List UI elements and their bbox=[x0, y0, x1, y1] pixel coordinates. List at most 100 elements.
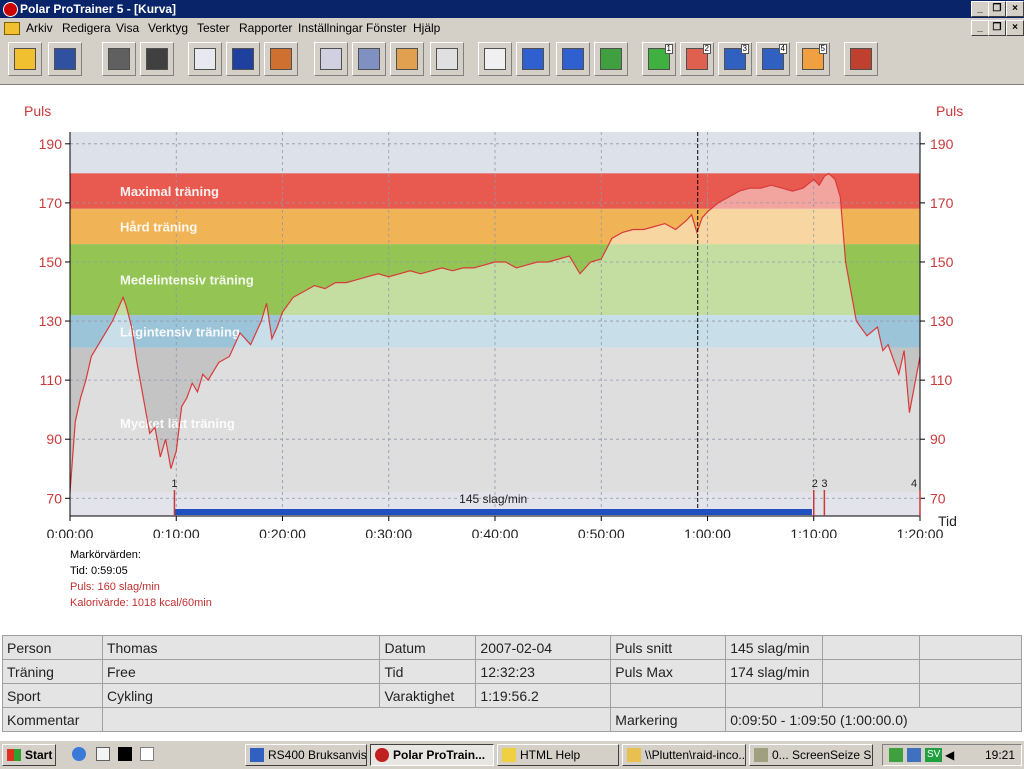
y-tick-label-left: 70 bbox=[46, 490, 62, 506]
ie-icon[interactable] bbox=[72, 747, 86, 761]
x-tick-label: 0:00:00 bbox=[47, 526, 94, 538]
volume-icon[interactable]: ◀ bbox=[945, 748, 959, 762]
open-icon bbox=[14, 48, 36, 70]
child-close-button[interactable]: × bbox=[1006, 20, 1024, 36]
info-chart-button[interactable] bbox=[516, 42, 550, 76]
minimize-button[interactable]: _ bbox=[971, 1, 989, 17]
tray-network-icon[interactable] bbox=[907, 748, 921, 762]
zone-label-0: Maximal träning bbox=[120, 184, 219, 199]
bar-view-button[interactable] bbox=[352, 42, 386, 76]
multi-curve-button[interactable] bbox=[594, 42, 628, 76]
multi-curve-icon bbox=[600, 48, 622, 70]
document-icon[interactable] bbox=[4, 22, 20, 35]
book-button[interactable] bbox=[226, 42, 260, 76]
max-pulse-label: Puls Max bbox=[610, 659, 727, 684]
info-row: Sport Cykling Varaktighet 1:19:56.2 bbox=[2, 683, 1022, 708]
chart-1-button[interactable]: 1 bbox=[642, 42, 676, 76]
time-label: Tid bbox=[379, 659, 477, 684]
notepad-icon[interactable] bbox=[140, 747, 154, 761]
empty-cell bbox=[822, 659, 921, 684]
marker-pulse: Puls: 160 slag/min bbox=[70, 581, 160, 593]
y-tick-label-right: 110 bbox=[930, 372, 953, 388]
menu-arkiv[interactable]: Arkiv bbox=[26, 21, 53, 35]
menu-hjalp[interactable]: Hjälp bbox=[413, 21, 440, 35]
chart-2-button[interactable]: 2 bbox=[680, 42, 714, 76]
menu-tester[interactable]: Tester bbox=[197, 21, 230, 35]
session-info-table: Person Thomas Datum 2007-02-04 Puls snit… bbox=[2, 635, 1022, 732]
zone-percent-icon bbox=[396, 48, 418, 70]
menu-installningar[interactable]: Inställningar bbox=[298, 21, 363, 35]
menu-rapporter[interactable]: Rapporter bbox=[239, 21, 292, 35]
zone-label-2: Medelintensiv träning bbox=[120, 273, 254, 288]
task-label: Polar ProTrain... bbox=[393, 748, 486, 762]
menu-redigera[interactable]: Redigera bbox=[62, 21, 111, 35]
users-button[interactable] bbox=[844, 42, 878, 76]
duration-label: Varaktighet bbox=[379, 683, 477, 708]
curve-view-button[interactable] bbox=[314, 42, 348, 76]
chart-3-button[interactable]: 3 bbox=[718, 42, 752, 76]
x-tick-label: 0:20:00 bbox=[259, 526, 306, 538]
info-row: Person Thomas Datum 2007-02-04 Puls snit… bbox=[2, 635, 1022, 660]
table-view-button[interactable] bbox=[430, 42, 464, 76]
x-tick-label: 0:30:00 bbox=[365, 526, 412, 538]
cmd-icon[interactable] bbox=[118, 747, 132, 761]
heart-rate-chart: Maximal träning Hård träning Medelintensiv… bbox=[24, 103, 963, 538]
save-button[interactable] bbox=[48, 42, 82, 76]
marker-bar-label: 145 slag/min bbox=[459, 492, 527, 506]
chart-number: 3 bbox=[740, 44, 749, 54]
task-polar-protrainer[interactable]: Polar ProTrain... bbox=[370, 744, 494, 766]
marker-label-2: 2 bbox=[812, 478, 818, 490]
chart-number: 5 bbox=[818, 44, 827, 54]
zoom-1-1-icon bbox=[484, 48, 506, 70]
child-minimize-button[interactable]: _ bbox=[971, 20, 989, 36]
chart-4-button[interactable]: 4 bbox=[756, 42, 790, 76]
task-html-help[interactable]: HTML Help bbox=[497, 744, 619, 766]
marker-label-3: 3 bbox=[821, 478, 827, 490]
language-indicator[interactable]: SV bbox=[925, 748, 943, 762]
menu-verktyg[interactable]: Verktyg bbox=[148, 21, 188, 35]
avg-pulse-value: 145 slag/min bbox=[725, 635, 824, 660]
time-value: 12:32:23 bbox=[475, 659, 612, 684]
y-tick-label-left: 130 bbox=[39, 313, 63, 329]
zone-percent-button[interactable] bbox=[390, 42, 424, 76]
curve-view-icon bbox=[320, 48, 342, 70]
x-tick-label: 1:00:00 bbox=[684, 526, 731, 538]
calendar-button[interactable] bbox=[188, 42, 222, 76]
empty-cell bbox=[822, 635, 921, 660]
menu-visa[interactable]: Visa bbox=[116, 21, 139, 35]
marker-values-title: Markörvärden: bbox=[70, 549, 141, 561]
task-screenseize[interactable]: 0... ScreenSeize S... bbox=[749, 744, 873, 766]
person-label: Person bbox=[2, 635, 103, 660]
window-title: Polar ProTrainer 5 - [Kurva] bbox=[20, 2, 177, 16]
restore-button[interactable]: ❐ bbox=[988, 1, 1006, 17]
info-marker-icon bbox=[562, 48, 584, 70]
marker-label-1: 1 bbox=[171, 478, 177, 490]
outlook-icon[interactable] bbox=[96, 747, 110, 761]
zone-label-1: Hård träning bbox=[120, 220, 197, 235]
open-button[interactable] bbox=[8, 42, 42, 76]
sync-button[interactable] bbox=[102, 42, 136, 76]
y-axis-label-right: Puls bbox=[936, 103, 963, 119]
clock: 19:21 bbox=[984, 748, 1015, 762]
task-folder[interactable]: \\Plutten\raid-inco... bbox=[622, 744, 746, 766]
settings-button[interactable] bbox=[140, 42, 174, 76]
tray-app-icon[interactable] bbox=[889, 748, 903, 762]
title-bar: Polar ProTrainer 5 - [Kurva] _ ❐ × bbox=[0, 0, 1024, 18]
start-button[interactable]: Start bbox=[2, 744, 56, 766]
comment-value[interactable] bbox=[101, 707, 612, 732]
child-restore-button[interactable]: ❐ bbox=[988, 20, 1006, 36]
close-button[interactable]: × bbox=[1006, 1, 1024, 17]
info-marker-button[interactable] bbox=[556, 42, 590, 76]
menu-fonster[interactable]: Fönster bbox=[366, 21, 407, 35]
date-label: Datum bbox=[379, 635, 477, 660]
chart-5-button[interactable]: 5 bbox=[796, 42, 830, 76]
y-tick-label-left: 170 bbox=[39, 195, 63, 211]
y-tick-label-right: 170 bbox=[930, 195, 954, 211]
x-tick-label: 0:10:00 bbox=[153, 526, 200, 538]
task-rs400[interactable]: RS400 Bruksanvis... bbox=[245, 744, 367, 766]
y-tick-label-right: 190 bbox=[930, 136, 954, 152]
user-feedback-button[interactable] bbox=[264, 42, 298, 76]
zoom-1-1-button[interactable] bbox=[478, 42, 512, 76]
empty-cell bbox=[919, 683, 1022, 708]
x-tick-label: 1:10:00 bbox=[790, 526, 837, 538]
